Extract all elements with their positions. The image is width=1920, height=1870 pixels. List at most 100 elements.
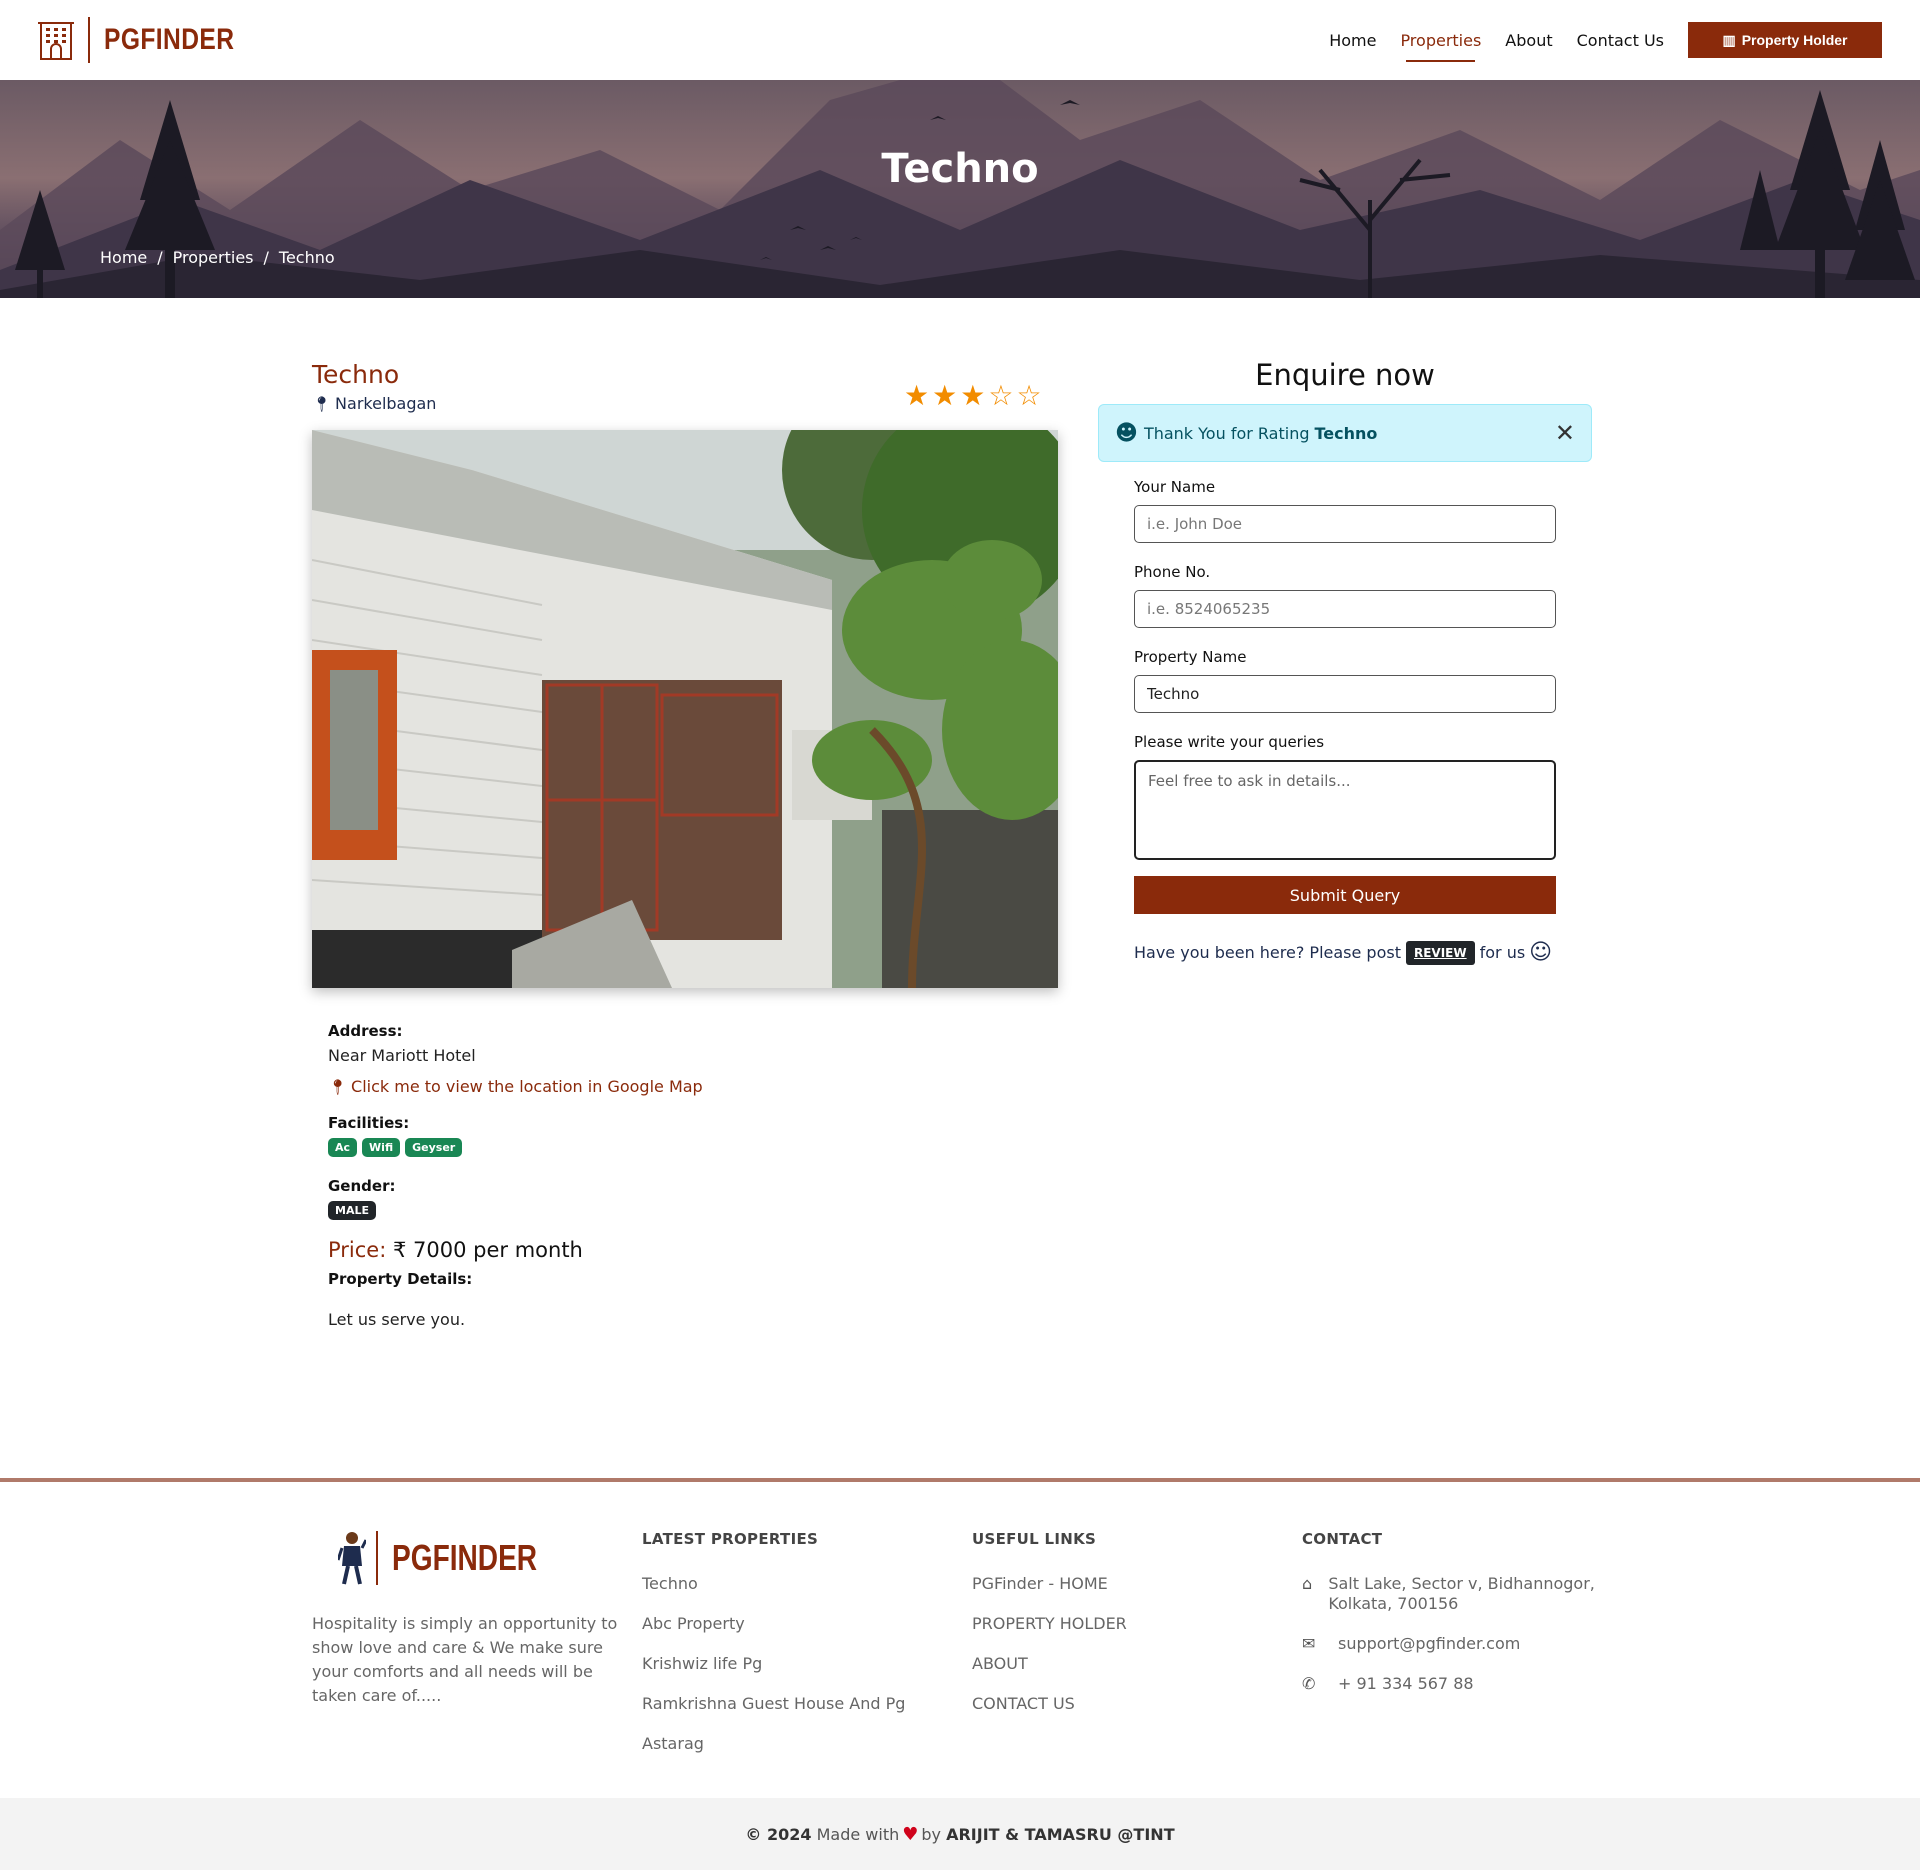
contact-column: CONTACT ⌂ Salt Lake, Sector v, Bidhannog… xyxy=(1302,1530,1622,1714)
top-navbar: PGFINDER Home Properties About Contact U… xyxy=(0,0,1920,80)
brand-logo[interactable]: PGFINDER xyxy=(38,17,263,63)
property-holder-label: Property Holder xyxy=(1741,32,1848,48)
price: Price: ₹ 7000 per month xyxy=(328,1238,703,1262)
mascot-logo-icon xyxy=(338,1532,366,1585)
property-holder-button[interactable]: ▥ Property Holder xyxy=(1688,22,1882,58)
contact-address: ⌂ Salt Lake, Sector v, Bidhannogor, Kolk… xyxy=(1302,1574,1622,1614)
footer-about: Hospitality is simply an opportunity to … xyxy=(312,1614,618,1705)
star-empty-icon[interactable]: ☆ xyxy=(988,382,1013,410)
page-title: Techno xyxy=(881,146,1039,192)
star-filled-icon[interactable]: ★ xyxy=(904,382,929,410)
nav-properties[interactable]: Properties xyxy=(1400,25,1481,62)
logo-divider xyxy=(88,17,90,63)
enquiry-form: Your Name Phone No. Property Name Please… xyxy=(1134,478,1556,965)
phone-input[interactable] xyxy=(1134,590,1556,628)
review-button[interactable]: REVIEW xyxy=(1405,940,1475,965)
address-label: Address: xyxy=(328,1022,403,1040)
facility-badge: Geyser xyxy=(405,1138,463,1157)
star-filled-icon[interactable]: ★ xyxy=(932,382,957,410)
copyright-authors: ARIJIT & TAMASRU @TINT xyxy=(946,1824,1175,1844)
latest-properties-heading: LATEST PROPERTIES xyxy=(642,1530,819,1548)
google-map-link-text: Click me to view the location in Google … xyxy=(351,1077,703,1096)
useful-link[interactable]: CONTACT US xyxy=(972,1694,1127,1714)
facilities-list: Ac Wifi Geyser xyxy=(328,1138,703,1157)
contact-phone-text: + 91 334 567 88 xyxy=(1338,1674,1474,1693)
close-icon[interactable]: ✕ xyxy=(1555,419,1575,447)
property-location: 📍︎ Narkelbagan xyxy=(312,394,436,413)
contact-email[interactable]: ✉ support@pgfinder.com xyxy=(1302,1634,1622,1654)
useful-link[interactable]: PROPERTY HOLDER xyxy=(972,1614,1127,1634)
name-label: Your Name xyxy=(1134,478,1216,496)
breadcrumb-properties[interactable]: Properties xyxy=(173,248,254,267)
price-label: Price: xyxy=(328,1238,387,1262)
phone-icon: ✆ xyxy=(1302,1674,1316,1693)
map-pin-icon: 📍︎ xyxy=(312,394,332,413)
useful-link[interactable]: ABOUT xyxy=(972,1654,1127,1674)
property-details-label: Property Details: xyxy=(328,1270,473,1288)
rating-alert: ☻ Thank You for Rating Techno ✕ xyxy=(1098,404,1592,462)
property-name-input[interactable] xyxy=(1134,675,1556,713)
facilities-label: Facilities: xyxy=(328,1114,410,1132)
latest-properties-column: LATEST PROPERTIES Techno Abc Property Kr… xyxy=(642,1530,905,1774)
useful-links-heading: USEFUL LINKS xyxy=(972,1530,1097,1548)
star-empty-icon[interactable]: ☆ xyxy=(1016,382,1041,410)
price-value: ₹ 7000 per month xyxy=(393,1238,583,1262)
property-name-label: Property Name xyxy=(1134,648,1247,666)
latest-property-link[interactable]: Astarag xyxy=(642,1734,905,1754)
contact-address-text: Salt Lake, Sector v, Bidhannogor, Kolkat… xyxy=(1328,1574,1595,1613)
copyright-made: Made with xyxy=(816,1824,900,1844)
breadcrumb-current: Techno xyxy=(278,248,335,267)
property-details-text: Let us serve you. xyxy=(328,1310,466,1329)
query-textarea[interactable] xyxy=(1134,760,1556,860)
main-nav: Home Properties About Contact Us ▥ Prope… xyxy=(1305,22,1882,62)
gender-label: Gender: xyxy=(328,1177,396,1195)
smile-icon: ☻ xyxy=(1115,420,1138,446)
submit-query-button[interactable]: Submit Query xyxy=(1134,876,1556,914)
query-label: Please write your queries xyxy=(1134,733,1325,751)
enquiry-title: Enquire now xyxy=(1255,358,1435,392)
property-location-text: Narkelbagan xyxy=(335,394,437,413)
name-input[interactable] xyxy=(1134,505,1556,543)
breadcrumb-home[interactable]: Home xyxy=(100,248,147,267)
hero-banner: Techno Home / Properties / Techno xyxy=(0,80,1920,298)
property-name: Techno xyxy=(312,360,400,389)
breadcrumb-separator: / xyxy=(157,248,163,267)
home-icon: ⌂ xyxy=(1302,1574,1313,1593)
latest-property-link[interactable]: Abc Property xyxy=(642,1614,905,1634)
google-map-link[interactable]: 📍︎ Click me to view the location in Goog… xyxy=(328,1077,703,1096)
review-suffix: for us xyxy=(1479,943,1526,962)
useful-link[interactable]: PGFinder - HOME xyxy=(972,1574,1127,1594)
gender-badge: MALE xyxy=(328,1201,376,1220)
contact-heading: CONTACT xyxy=(1302,1530,1383,1548)
latest-property-link[interactable]: Techno xyxy=(642,1574,905,1594)
footer-logo[interactable]: PGFINDER xyxy=(338,1530,578,1586)
copyright-bar: © 2024 Made with ♥ by ARIJIT & TAMASRU @… xyxy=(0,1798,1920,1870)
property-main: Techno 📍︎ Narkelbagan ★ ★ ★ ☆ ☆ Address:… xyxy=(0,298,1920,1478)
latest-property-link[interactable]: Ramkrishna Guest House And Pg xyxy=(642,1694,905,1714)
breadcrumb-separator: / xyxy=(263,248,269,267)
map-pin-icon: 📍︎ xyxy=(328,1077,348,1096)
property-photo xyxy=(312,430,1058,988)
star-filled-icon[interactable]: ★ xyxy=(960,382,985,410)
copyright-by: by xyxy=(921,1824,941,1844)
breadcrumb: Home / Properties / Techno xyxy=(100,248,335,267)
footer-brand: PGFINDER xyxy=(392,1537,538,1578)
review-prefix: Have you been here? Please post xyxy=(1134,943,1401,962)
alert-text: Thank You for Rating xyxy=(1143,423,1310,443)
contact-phone[interactable]: ✆ + 91 334 567 88 xyxy=(1302,1674,1622,1694)
latest-property-link[interactable]: Krishwiz life Pg xyxy=(642,1654,905,1674)
nav-about[interactable]: About xyxy=(1505,25,1552,56)
smile-icon: ☺ xyxy=(1529,940,1553,965)
logo-divider xyxy=(376,1531,378,1585)
nav-home[interactable]: Home xyxy=(1329,25,1376,56)
nav-contact-us[interactable]: Contact Us xyxy=(1577,25,1664,56)
facility-badge: Wifi xyxy=(362,1138,401,1157)
envelope-icon: ✉ xyxy=(1302,1634,1316,1653)
facility-badge: Ac xyxy=(328,1138,358,1157)
building-logo-icon xyxy=(38,19,74,61)
phone-label: Phone No. xyxy=(1134,563,1211,581)
address-value: Near Mariott Hotel xyxy=(328,1046,476,1065)
rating-stars: ★ ★ ★ ☆ ☆ xyxy=(904,382,1045,410)
heart-icon: ♥ xyxy=(902,1823,919,1845)
alert-property-name: Techno xyxy=(1314,423,1378,443)
